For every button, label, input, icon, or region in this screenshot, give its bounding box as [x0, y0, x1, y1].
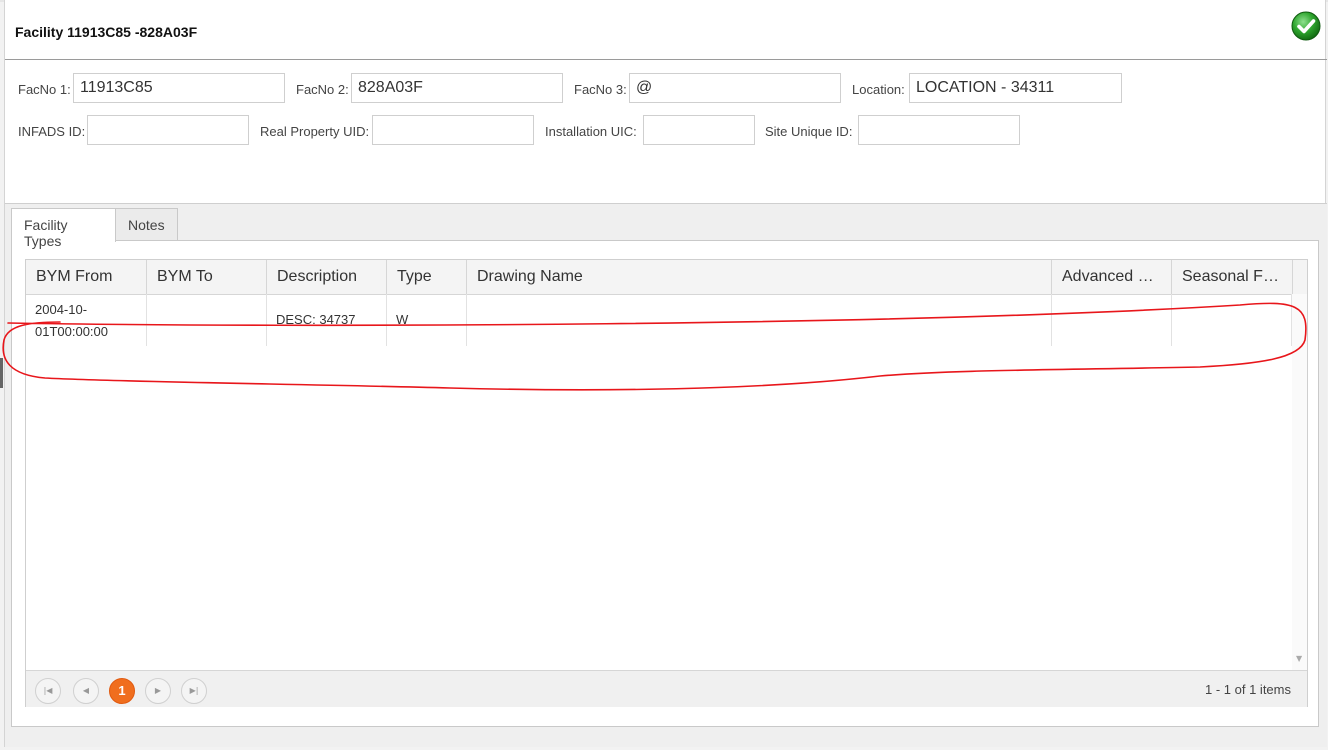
location-label: Location:: [852, 82, 905, 97]
tab-notes[interactable]: Notes: [115, 208, 178, 240]
facno3-input[interactable]: @: [629, 73, 841, 103]
infads-id-label: INFADS ID:: [18, 124, 86, 139]
facno1-input[interactable]: 11913C85: [73, 73, 285, 103]
pager-info: 1 - 1 of 1 items: [1205, 682, 1291, 697]
real-property-uid-input[interactable]: [372, 115, 534, 145]
prev-page-icon[interactable]: ◀: [73, 678, 99, 704]
column-header-description[interactable]: Description: [267, 260, 387, 294]
cell-bym-from[interactable]: 2004-10-01T00:00:00: [26, 294, 147, 346]
grid-vertical-scrollbar[interactable]: [1292, 294, 1307, 670]
site-unique-id-input[interactable]: [858, 115, 1020, 145]
tab-facility-types[interactable]: Facility Types: [11, 208, 116, 249]
column-header-drawing-name[interactable]: Drawing Name: [467, 260, 1052, 294]
column-header-advanced-s[interactable]: Advanced S...: [1052, 260, 1172, 294]
cell-bym-to[interactable]: [147, 294, 267, 346]
facno3-label: FacNo 3:: [574, 82, 627, 97]
grid-header: BYM From BYM To Description Type Drawing…: [26, 260, 1307, 295]
side-resize-handle[interactable]: [0, 358, 3, 388]
location-input[interactable]: LOCATION - 34311: [909, 73, 1122, 103]
installation-uic-input[interactable]: [643, 115, 755, 145]
page-title: Facility 11913C85 -828A03F: [15, 24, 198, 40]
facno2-label: FacNo 2:: [296, 82, 349, 97]
page-number-button[interactable]: 1: [109, 678, 135, 704]
first-page-icon[interactable]: |◀: [35, 678, 61, 704]
site-unique-id-label: Site Unique ID:: [765, 124, 853, 139]
cell-seasonal[interactable]: [1172, 294, 1292, 346]
checkmark-circle-icon[interactable]: [1291, 11, 1321, 41]
cell-advanced[interactable]: [1052, 294, 1172, 346]
column-header-type[interactable]: Type: [387, 260, 467, 294]
installation-uic-label: Installation UIC:: [545, 124, 637, 139]
title-separator: [5, 59, 1327, 60]
infads-id-input[interactable]: [87, 115, 249, 145]
cell-type[interactable]: W: [387, 294, 467, 346]
scroll-down-arrow-icon[interactable]: ▼: [1296, 654, 1302, 663]
column-header-bym-to[interactable]: BYM To: [147, 260, 267, 294]
facility-types-grid: BYM From BYM To Description Type Drawing…: [25, 259, 1308, 707]
grid-pager: |◀ ◀ 1 ▶ ▶| 1 - 1 of 1 items: [26, 670, 1307, 707]
facility-window: Facility 11913C85 -828A03F FacNo 1: 1191…: [4, 0, 1327, 747]
real-property-uid-label: Real Property UID:: [260, 124, 370, 139]
facno1-label: FacNo 1:: [18, 82, 71, 97]
column-header-bym-from[interactable]: BYM From: [26, 260, 147, 294]
last-page-icon[interactable]: ▶|: [181, 678, 207, 704]
cell-description[interactable]: DESC: 34737: [267, 294, 387, 346]
next-page-icon[interactable]: ▶: [145, 678, 171, 704]
column-header-seasonal-fa[interactable]: Seasonal Fa...: [1172, 260, 1293, 294]
cell-drawing-name[interactable]: [467, 294, 1052, 346]
facno2-input[interactable]: 828A03F: [351, 73, 563, 103]
